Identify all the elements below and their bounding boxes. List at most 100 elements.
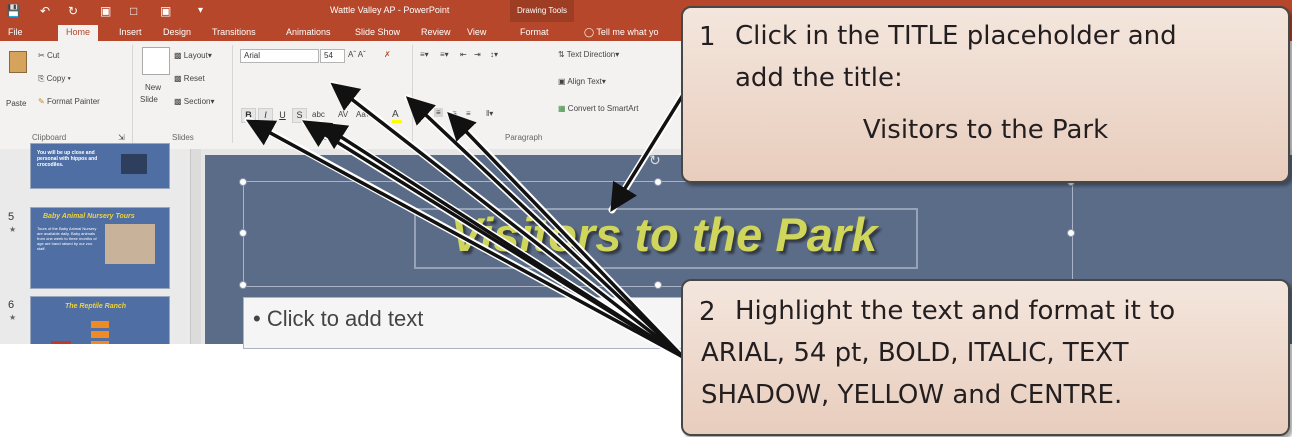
numbering-icon[interactable]: ≡▾: [440, 50, 449, 59]
reset-icon: ▩: [174, 74, 182, 83]
tell-me-box[interactable]: ◯ Tell me what yo: [584, 25, 658, 41]
rotate-handle-icon[interactable]: ↻: [649, 152, 661, 169]
tab-transitions[interactable]: Transitions: [212, 25, 256, 41]
reset-button[interactable]: ▩ Reset: [174, 74, 205, 83]
tab-insert[interactable]: Insert: [119, 25, 142, 41]
callout-number: 1: [699, 22, 716, 52]
tab-design[interactable]: Design: [163, 25, 191, 41]
increase-indent-icon[interactable]: ⇥: [474, 50, 481, 59]
font-size-box[interactable]: 54: [320, 49, 345, 63]
italic-button[interactable]: I: [258, 108, 273, 123]
cut-button[interactable]: ✂ Cut: [38, 51, 59, 60]
tab-format[interactable]: Format: [520, 25, 549, 41]
thumb-shape: [91, 321, 109, 328]
slides-group-label: Slides: [172, 133, 194, 142]
slide-thumbnail-5[interactable]: Baby Animal Nursery Tours Tours of the B…: [30, 207, 170, 289]
section-icon: ▩: [174, 97, 182, 106]
align-left-icon[interactable]: ≡: [420, 109, 425, 118]
slide-number-5: 5: [8, 211, 15, 223]
new-slide-label-1[interactable]: New: [145, 83, 161, 92]
change-case-icon[interactable]: Aa▾: [356, 110, 370, 119]
copy-label: Copy: [46, 74, 66, 83]
copy-button[interactable]: ⎘ Copy ▾: [38, 74, 71, 84]
content-placeholder-prompt: • Click to add text: [253, 306, 424, 331]
cut-label: Cut: [46, 51, 60, 60]
copy-icon: ⎘: [38, 74, 45, 83]
slide-thumbnail-4[interactable]: You will be up close and personal with h…: [30, 143, 170, 189]
thumb-text: You will be up close and personal with h…: [37, 150, 98, 168]
layout-icon: ▩: [174, 51, 182, 60]
paste-label: Paste: [6, 99, 27, 108]
instruction-callout-2: 2 Highlight the text and format it to AR…: [681, 279, 1290, 436]
align-text-icon: ▣: [558, 77, 566, 86]
resize-handle[interactable]: [239, 178, 247, 186]
lightbulb-icon: ◯: [584, 27, 595, 37]
start-from-beginning-icon[interactable]: ▣: [100, 4, 111, 18]
separator: [132, 45, 133, 143]
resize-handle[interactable]: [654, 281, 662, 289]
thumb-image: [121, 154, 147, 174]
layout-button[interactable]: ▩ Layout▾: [174, 51, 212, 60]
grow-font-icon[interactable]: Aˆ Aˇ: [348, 50, 366, 59]
tab-animations[interactable]: Animations: [286, 25, 331, 41]
format-painter-button[interactable]: ✎ Format Painter: [38, 97, 100, 106]
slide-title[interactable]: Visitors to the Park: [414, 206, 914, 263]
document-title: Wattle Valley AP - PowerPoint: [330, 5, 450, 15]
open-icon[interactable]: ▣: [160, 4, 171, 18]
section-button[interactable]: ▩ Section▾: [174, 97, 215, 106]
new-file-icon[interactable]: □: [130, 4, 137, 18]
text-direction-label: Text Direction: [566, 50, 616, 59]
bullets-icon[interactable]: ≡▾: [420, 50, 429, 59]
reset-label: Reset: [183, 74, 205, 83]
text-shadow-button[interactable]: S: [292, 108, 307, 123]
columns-icon[interactable]: ‖▾: [486, 109, 493, 118]
redo-icon[interactable]: ↻: [68, 4, 78, 18]
tab-home[interactable]: Home: [58, 25, 99, 41]
thumb-shape: [51, 341, 71, 344]
thumb-title: The Reptile Ranch: [65, 303, 127, 310]
tell-me-label: Tell me what yo: [596, 27, 659, 37]
strikethrough-icon[interactable]: abc: [312, 110, 325, 119]
callout-line: Click in the TITLE placeholder and: [735, 21, 1177, 51]
thumb-animal-photo: [105, 224, 155, 264]
resize-handle[interactable]: [239, 281, 247, 289]
thumb-shape: [91, 341, 109, 344]
callout-line: ARIAL, 54 pt, BOLD, ITALIC, TEXT: [701, 338, 1129, 368]
character-spacing-icon[interactable]: AV: [338, 110, 348, 119]
clear-formatting-icon[interactable]: ✗: [384, 50, 391, 59]
undo-icon[interactable]: ↶: [40, 4, 50, 18]
justify-icon[interactable]: ≡: [466, 109, 471, 118]
slide-transition-icon: ★: [9, 225, 17, 234]
resize-handle[interactable]: [239, 229, 247, 237]
align-text-button[interactable]: ▣ Align Text▾: [558, 77, 606, 86]
thumb-title: Baby Animal Nursery Tours: [43, 213, 135, 220]
font-name-box[interactable]: Arial: [240, 49, 319, 63]
align-right-icon[interactable]: ≡: [452, 109, 457, 118]
convert-smartart-button[interactable]: ▦ Convert to SmartArt: [558, 104, 638, 113]
tab-review[interactable]: Review: [421, 25, 451, 41]
line-spacing-icon[interactable]: ↕▾: [490, 50, 498, 59]
tab-slide-show[interactable]: Slide Show: [355, 25, 400, 41]
thumb-text: Tours of the Baby Animal Nursery are ava…: [37, 226, 97, 251]
tab-file[interactable]: File: [8, 25, 23, 41]
decrease-indent-icon[interactable]: ⇤: [460, 50, 467, 59]
font-color-button[interactable]: A: [392, 109, 402, 123]
underline-button[interactable]: U: [275, 108, 290, 123]
clipboard-launcher-icon[interactable]: ⇲: [118, 133, 125, 142]
customize-qat-icon[interactable]: ▾: [198, 4, 203, 18]
new-slide-icon[interactable]: [142, 47, 170, 75]
save-icon[interactable]: 💾: [6, 4, 21, 18]
instruction-callout-1: 1 Click in the TITLE placeholder and add…: [681, 6, 1290, 183]
vertical-scrollbar[interactable]: [191, 149, 201, 344]
paste-button[interactable]: [6, 49, 30, 79]
text-direction-button[interactable]: ⇅ Text Direction▾: [558, 50, 619, 59]
slide-thumbnail-6[interactable]: The Reptile Ranch: [30, 296, 170, 344]
bold-button[interactable]: B: [241, 108, 256, 123]
tab-view[interactable]: View: [467, 25, 486, 41]
align-center-icon[interactable]: ≡: [434, 108, 443, 117]
resize-handle[interactable]: [1067, 229, 1075, 237]
brush-icon: ✎: [38, 97, 45, 106]
new-slide-label-2[interactable]: Slide: [140, 95, 158, 104]
resize-handle[interactable]: [654, 178, 662, 186]
convert-smartart-label: Convert to SmartArt: [567, 104, 639, 113]
